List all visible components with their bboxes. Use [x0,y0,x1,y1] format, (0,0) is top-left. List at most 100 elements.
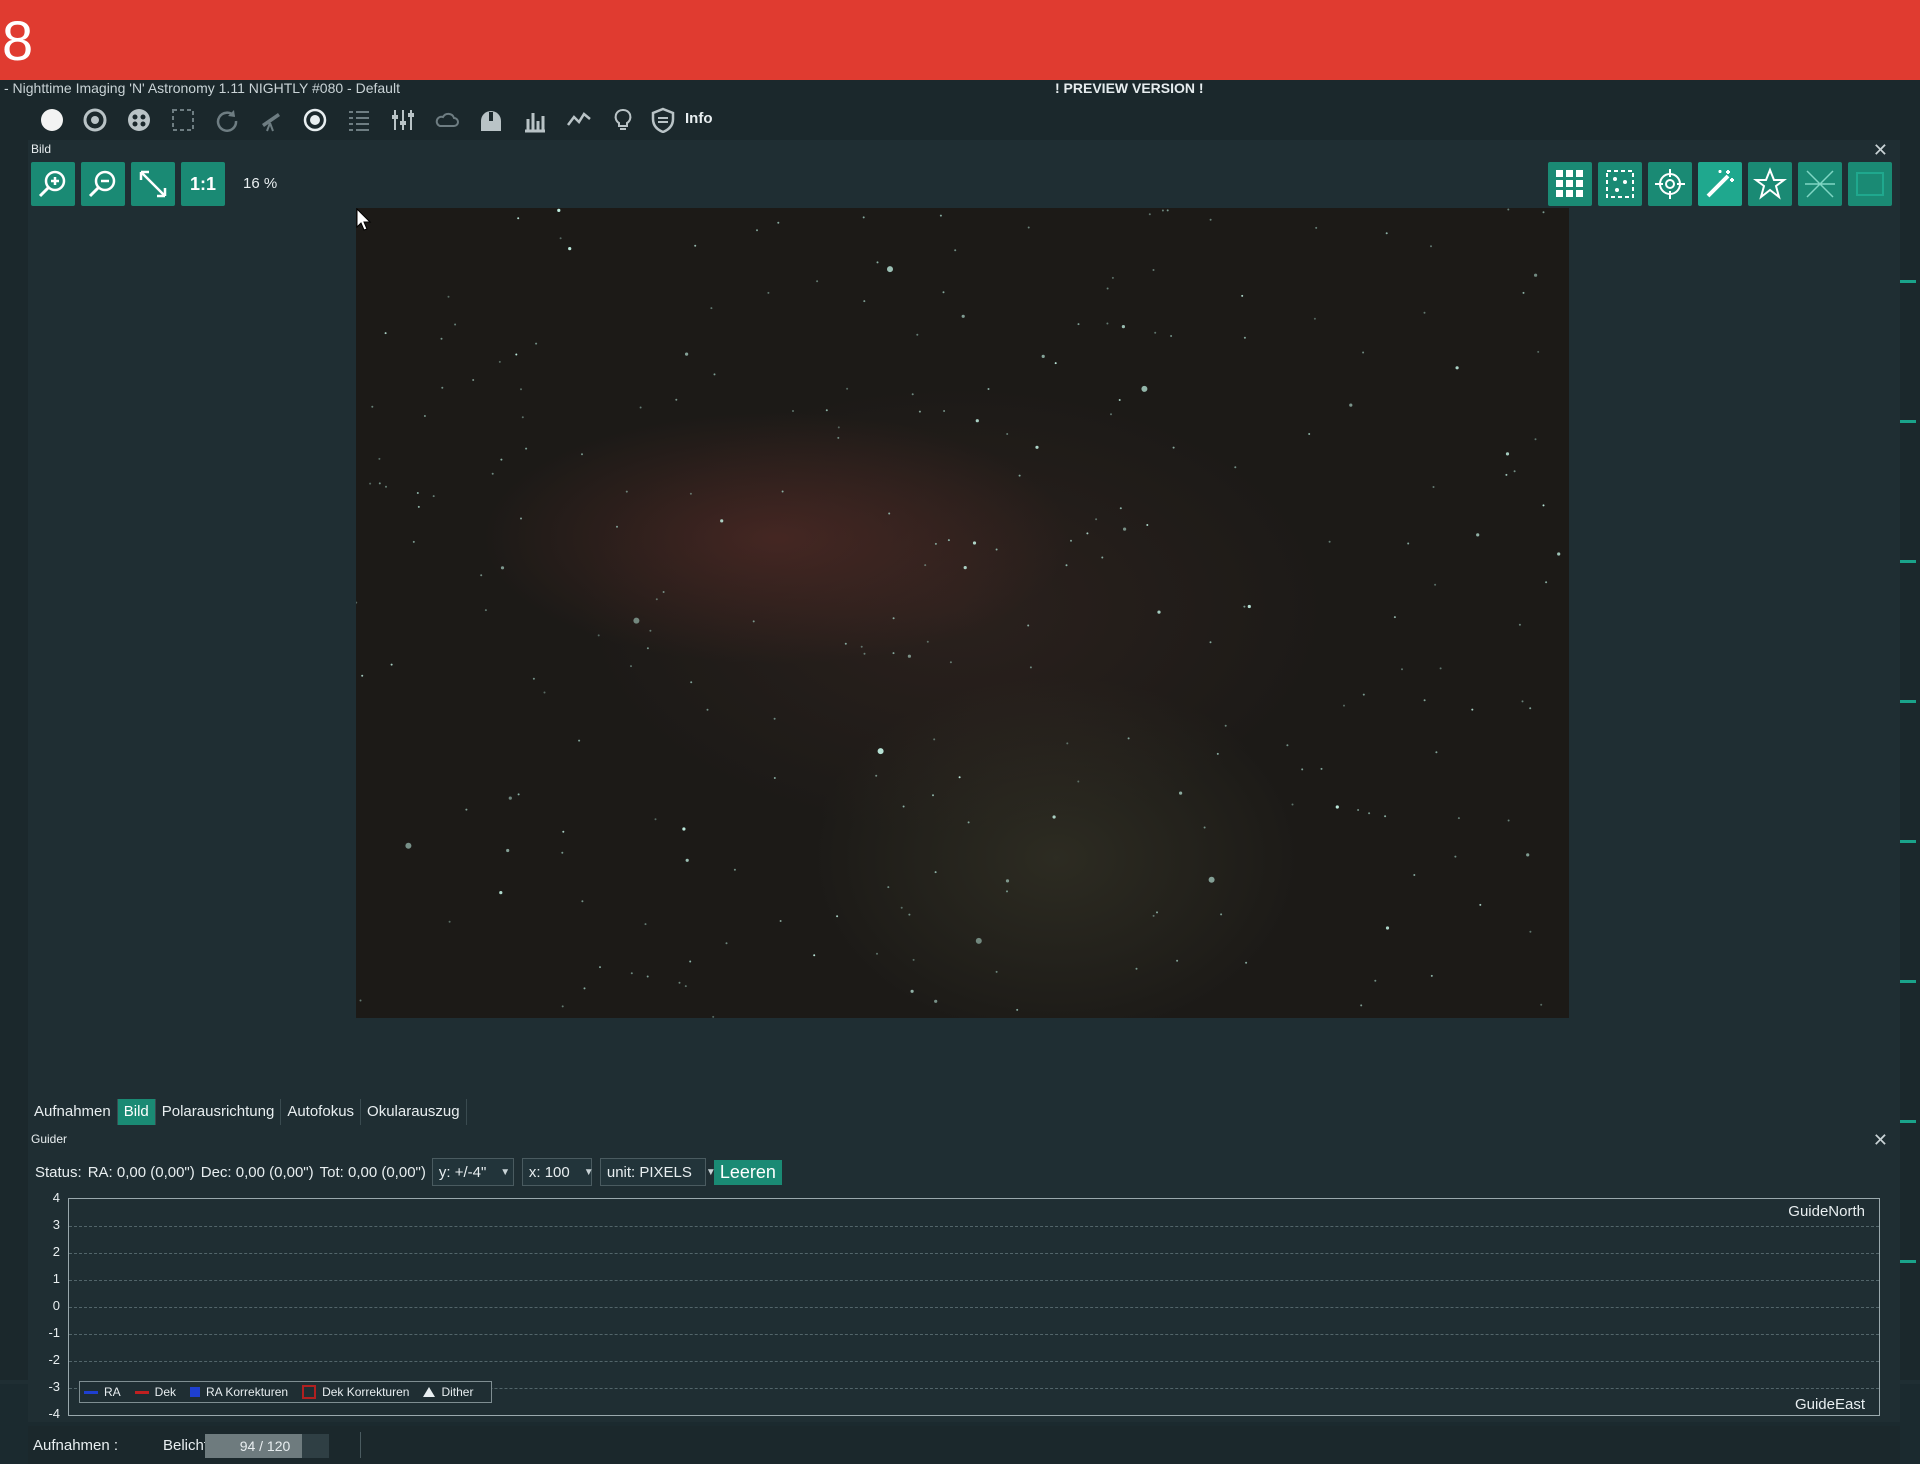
star [1328,540,1331,543]
star [1526,853,1530,857]
star [942,291,945,294]
star [1385,232,1388,235]
zoom-in-button[interactable] [31,162,75,206]
weather-icon[interactable] [433,106,461,134]
guide-north-label: GuideNorth [1788,1203,1865,1220]
y-scale-select[interactable]: y: +/-4" ▼ [431,1158,514,1186]
star [1374,979,1377,982]
star [1518,623,1521,626]
star [995,548,998,551]
star [1455,366,1459,370]
y-tick-label: 1 [52,1271,60,1286]
star [616,525,618,528]
tab-polarausrichtung[interactable]: Polarausrichtung [155,1099,282,1125]
star [356,601,358,604]
star [712,1015,715,1018]
star [448,920,451,923]
star [943,410,946,412]
star [515,353,518,356]
main-toolbar: Info [0,98,1920,140]
auto-stretch-button[interactable] [1698,162,1742,206]
grid-button[interactable] [1548,162,1592,206]
crop-button[interactable] [1848,162,1892,206]
star [910,989,914,993]
clear-button[interactable]: Leeren [713,1159,782,1185]
star [1291,803,1294,806]
star [1106,322,1109,325]
star [532,677,535,680]
star [1209,218,1212,221]
close-icon[interactable]: ✕ [1873,140,1888,161]
legend-ra-korrekturen[interactable]: RA Korrekturen [190,1385,288,1399]
x-scale-value: x: 100 [528,1163,570,1181]
star [963,566,967,570]
info-label[interactable]: Info [685,110,713,127]
star [1141,385,1148,392]
legend-dither[interactable]: Dither [423,1385,473,1399]
sequence-icon[interactable] [345,106,373,134]
star [1146,524,1149,526]
graph-legend: RA Dek RA Korrekturen Dek Korrekturen Di… [79,1381,493,1403]
frame-icon[interactable] [169,106,197,134]
star [1542,211,1545,214]
statistics-icon[interactable] [521,106,549,134]
star [975,419,979,423]
graph-icon[interactable] [565,106,593,134]
app-window: - Nighttime Imaging 'N' Astronomy 1.11 N… [0,80,1920,1464]
x-scale-select[interactable]: x: 100 ▼ [521,1158,594,1186]
tab-okularauszug[interactable]: Okularauszug [361,1099,467,1125]
rotator-icon[interactable] [213,106,241,134]
star [1401,668,1403,671]
tab-bild[interactable]: Bild [117,1099,156,1125]
star [480,574,483,577]
tab-autofokus[interactable]: Autofokus [281,1099,362,1125]
shield-icon[interactable] [649,106,677,134]
star [1027,624,1030,627]
star [1157,610,1161,614]
y-tick-label: -1 [48,1325,60,1340]
star [447,295,450,298]
telescope-icon[interactable] [257,106,285,134]
star [767,291,770,294]
star-annotation-button[interactable] [1748,162,1792,206]
y-tick-label: -2 [48,1352,60,1367]
triangle-icon [423,1387,436,1397]
guider-icon[interactable] [301,106,329,134]
focuser-icon[interactable] [125,106,153,134]
chevron-down-icon: ▼ [583,1166,594,1178]
bahtinov-button[interactable] [1798,162,1842,206]
lightbulb-icon[interactable] [609,106,637,134]
y-tick-label: 4 [52,1190,60,1205]
filter-wheel-icon[interactable] [81,106,109,134]
star [378,457,381,460]
dome-icon[interactable] [477,106,505,134]
tab-aufnahmen[interactable]: Aufnahmen [28,1099,118,1125]
star [1513,470,1516,473]
star [1070,539,1072,542]
astro-image[interactable] [356,208,1569,1018]
star [359,999,362,1002]
zoom-out-button[interactable] [81,162,125,206]
legend-dek-korrekturen[interactable]: Dek Korrekturen [302,1385,409,1399]
camera-icon[interactable] [38,106,66,134]
star [1545,581,1548,584]
star [934,999,938,1003]
zoom-1to1-button[interactable]: 1:1 [181,162,225,206]
y-tick-label: -3 [48,1379,60,1394]
star [987,388,990,390]
star [1052,815,1056,819]
star [713,373,716,376]
legend-ra[interactable]: RA [84,1385,121,1399]
close-icon[interactable]: ✕ [1873,1130,1888,1151]
star [484,609,487,612]
fit-to-screen-button[interactable] [131,162,175,206]
crosshair-button[interactable] [1648,162,1692,206]
legend-dek[interactable]: Dek [134,1385,176,1399]
star [1534,438,1537,441]
star [756,229,758,232]
switch-icon[interactable] [389,106,417,134]
progress-text: 94 / 120 [239,1438,291,1454]
star-icon [1753,167,1787,200]
unit-select[interactable]: unit: PIXELS ▼ [599,1158,716,1186]
star-detection-button[interactable] [1598,162,1642,206]
